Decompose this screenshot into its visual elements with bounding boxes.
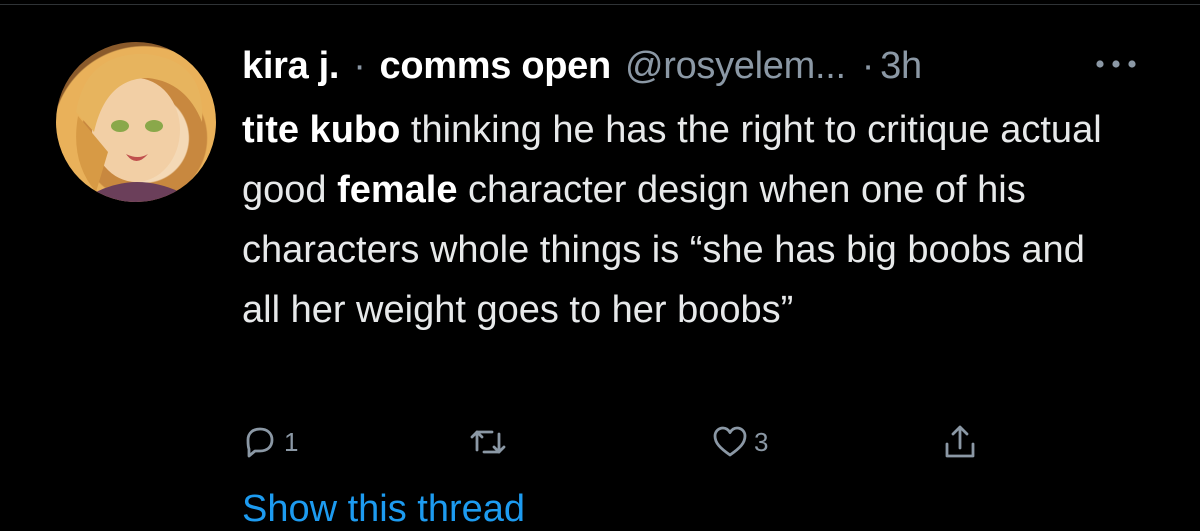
reply-count: 1 bbox=[284, 426, 299, 457]
retweet-button[interactable] bbox=[468, 418, 512, 466]
like-button[interactable]: 3 bbox=[710, 418, 768, 466]
avatar-illustration bbox=[76, 53, 203, 202]
retweet-icon bbox=[470, 430, 506, 454]
time-separator: · bbox=[861, 44, 875, 87]
share-button[interactable] bbox=[940, 418, 980, 466]
more-horizontal-icon[interactable] bbox=[1092, 52, 1140, 76]
avatar[interactable] bbox=[56, 42, 216, 202]
tweet-text-bold-1: tite kubo bbox=[242, 109, 401, 151]
tweet-text-bold-2: female bbox=[337, 169, 458, 211]
top-divider bbox=[0, 4, 1200, 5]
heart-icon bbox=[713, 426, 747, 457]
tweet-text: tite kubo thinking he has the right to c… bbox=[242, 100, 1122, 340]
reply-button[interactable]: 1 bbox=[240, 418, 298, 466]
display-name[interactable]: kira j. bbox=[242, 45, 339, 88]
like-count: 3 bbox=[754, 426, 769, 457]
tweet-actions: 1 3 bbox=[240, 418, 1000, 466]
timestamp[interactable]: 3h bbox=[880, 45, 922, 88]
user-handle[interactable]: @rosyelem... bbox=[625, 45, 846, 88]
tweet-header: kira j. · comms open @rosyelem... · 3h bbox=[242, 40, 922, 92]
share-icon bbox=[945, 425, 975, 458]
display-name-tagline[interactable]: comms open bbox=[380, 45, 612, 88]
reply-icon bbox=[246, 427, 274, 458]
name-separator: · bbox=[353, 44, 366, 87]
